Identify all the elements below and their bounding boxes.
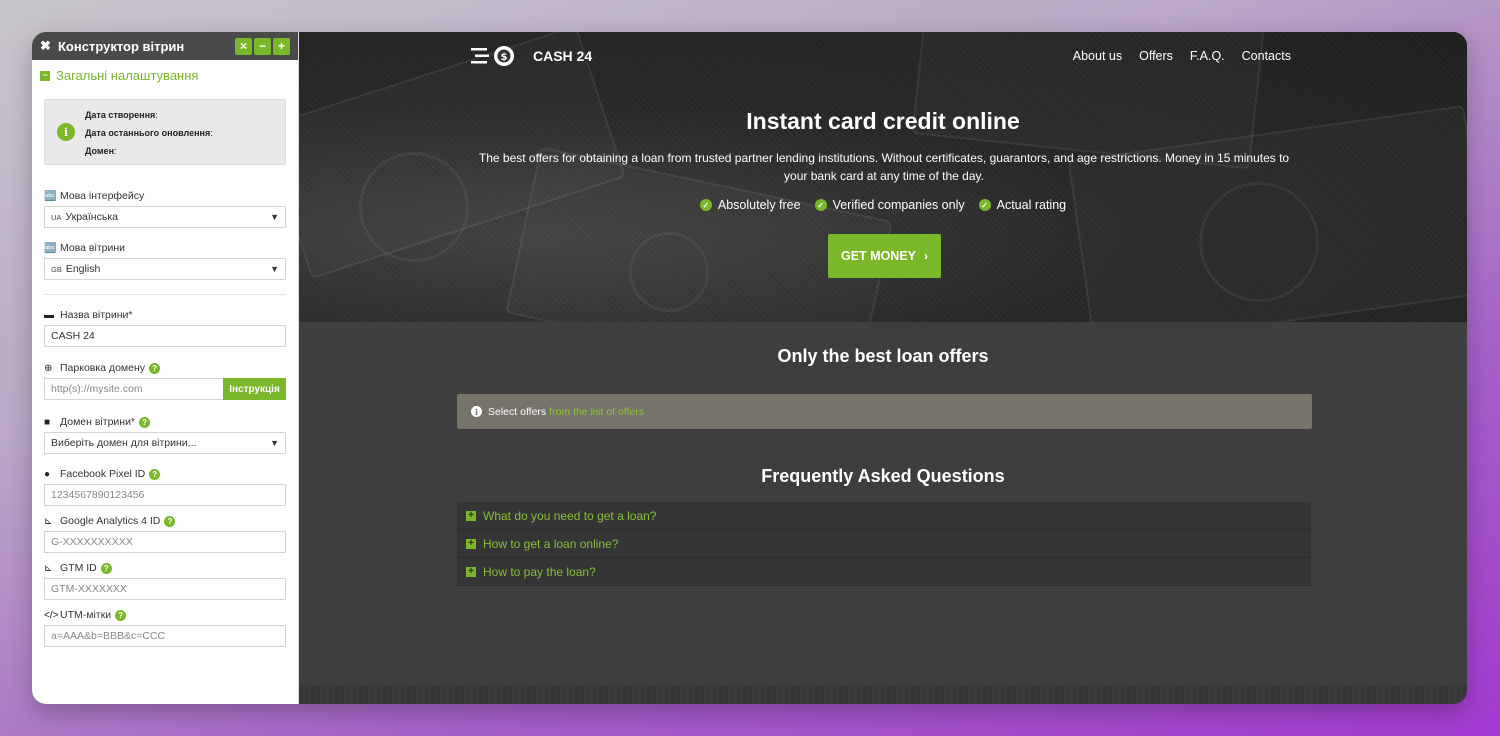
hero-title: Instant card credit online [746, 108, 1020, 134]
domain-parking-input[interactable]: http(s)://mysite.com [44, 378, 223, 400]
feature-item: ✓ Verified companies only [814, 198, 965, 212]
storefront-language-label: 🔤 Мова вітрини [44, 242, 126, 254]
close-button[interactable]: × [235, 37, 252, 55]
builder-sidebar: ✖ Конструктор вітрин × − + − Загальні на… [32, 32, 299, 704]
footer-strip [299, 685, 1467, 704]
info-icon: i [471, 406, 482, 417]
help-icon[interactable]: ? [164, 515, 176, 527]
nav-contacts[interactable]: Contacts [1242, 49, 1291, 63]
facebook-pixel-input[interactable]: 1234567890123456 [44, 484, 286, 506]
general-settings-title: Загальні налаштування [56, 68, 199, 83]
help-icon[interactable]: ? [115, 609, 127, 621]
hero-section: $ CASH 24 About us Offers F.A.Q. Contact… [299, 32, 1467, 322]
plus-icon: + [466, 538, 476, 549]
globe-icon: ⊕ [44, 362, 53, 374]
gtm-input[interactable]: GTM-XXXXXXX [44, 578, 286, 600]
storefront-language-select[interactable]: GB English ▼ [44, 258, 286, 280]
domain-label: Домен [85, 146, 114, 156]
plus-icon: + [466, 566, 476, 577]
help-icon[interactable]: ? [100, 562, 112, 574]
builder-header: ✖ Конструктор вітрин × − + [32, 32, 298, 60]
expand-button[interactable]: + [273, 37, 290, 55]
builder-title: Конструктор вітрин [58, 38, 185, 54]
check-icon: ✓ [978, 199, 991, 211]
site-preview: $ CASH 24 About us Offers F.A.Q. Contact… [299, 32, 1467, 704]
ua-flag-icon: UA [51, 212, 62, 222]
nav-about-us[interactable]: About us [1073, 49, 1122, 63]
site-logo[interactable]: $ CASH 24 [471, 45, 592, 67]
help-icon[interactable]: ? [139, 416, 151, 428]
storefront-domain-select[interactable]: Виберіть домен для вітрини... ▼ [44, 432, 286, 454]
facebook-icon: ● [44, 468, 51, 480]
nav-offers[interactable]: Offers [1139, 49, 1173, 63]
tools-icon: ✖ [40, 38, 51, 53]
nav-faq[interactable]: F.A.Q. [1190, 49, 1225, 63]
chevron-right-icon: › [924, 249, 928, 263]
check-icon: ✓ [699, 199, 712, 211]
facebook-pixel-label: ● Facebook Pixel ID ? [32, 467, 298, 481]
app-frame: ✖ Конструктор вітрин × − + − Загальні на… [32, 32, 1467, 704]
info-panel: i Дата створення: Дата останнього оновле… [44, 99, 286, 165]
offers-section: Only the best loan offers i Select offer… [299, 322, 1467, 685]
offers-notice: i Select offers from the list of offers [457, 394, 1312, 429]
info-icon: i [57, 123, 75, 141]
chevron-down-icon: ▼ [270, 264, 279, 274]
chart-icon: ⊾ [44, 515, 53, 527]
domain-parking-group: http(s)://mysite.com Інструкція [44, 378, 286, 400]
utm-input[interactable]: a=AAA&b=BBB&c=CCC [44, 625, 286, 647]
hero-subtitle: The best offers for obtaining a loan fro… [478, 151, 1290, 183]
feature-item: ✓ Actual rating [978, 198, 1066, 212]
get-money-button[interactable]: GET MONEY › [828, 234, 941, 278]
language-icon: 🔤 [44, 242, 57, 254]
instruction-button[interactable]: Інструкція [223, 378, 286, 400]
chevron-down-icon: ▼ [270, 212, 279, 222]
feature-item: ✓ Absolutely free [699, 198, 801, 212]
storefront-name-input[interactable]: CASH 24 [44, 325, 286, 347]
offers-title: Only the best loan offers [777, 346, 989, 366]
chevron-down-icon: ▼ [270, 438, 279, 448]
svg-text:$: $ [501, 52, 508, 63]
folder-icon: ■ [44, 416, 51, 428]
google-analytics-input[interactable]: G-XXXXXXXXXX [44, 531, 286, 553]
top-navbar: $ CASH 24 About us Offers F.A.Q. Contact… [471, 44, 1291, 68]
help-icon[interactable]: ? [149, 362, 161, 374]
gtm-label: ⊾ GTM ID ? [32, 561, 298, 575]
feature-list: ✓ Absolutely free ✓ Verified companies o… [299, 198, 1467, 212]
storefront-domain-label: ■ Домен вітрини* ? [32, 415, 298, 429]
plus-icon: + [466, 510, 476, 521]
faq-item[interactable]: + How to get a loan online? [457, 530, 1311, 558]
logo-text: CASH 24 [533, 48, 593, 64]
utm-label: </> UTM-мітки ? [32, 608, 298, 622]
language-icon: 🔤 [44, 190, 57, 202]
check-icon: ✓ [814, 199, 827, 211]
gb-flag-icon: GB [51, 264, 62, 274]
collapse-button[interactable]: − [254, 37, 271, 55]
help-icon[interactable]: ? [149, 468, 161, 480]
chart-icon: ⊾ [44, 562, 53, 574]
store-icon: ▬ [44, 309, 54, 321]
interface-language-label: 🔤 Мова інтерфейсу [44, 190, 145, 202]
faq-item[interactable]: + What do you need to get a loan? [457, 502, 1311, 530]
updated-label: Дата останнього оновлення [85, 128, 211, 138]
main-nav: About us Offers F.A.Q. Contacts [1056, 49, 1291, 63]
offers-list-link[interactable]: from the list of offers [549, 406, 644, 418]
interface-language-select[interactable]: UA Українська ▼ [44, 206, 286, 228]
general-settings-toggle[interactable]: − Загальні налаштування [32, 60, 298, 89]
domain-parking-label: ⊕ Парковка домену ? [32, 361, 298, 375]
google-analytics-label: ⊾ Google Analytics 4 ID ? [32, 514, 298, 528]
storefront-name-label: ▬ Назва вітрини* [44, 309, 133, 321]
faq-item[interactable]: + How to pay the loan? [457, 558, 1311, 586]
faq-list: + What do you need to get a loan? + How … [457, 502, 1311, 586]
code-icon: </> [44, 609, 59, 621]
minus-icon: − [40, 70, 50, 81]
created-label: Дата створення [85, 110, 156, 120]
faq-title: Frequently Asked Questions [761, 466, 1005, 486]
coin-logo-icon: $ [471, 45, 517, 67]
